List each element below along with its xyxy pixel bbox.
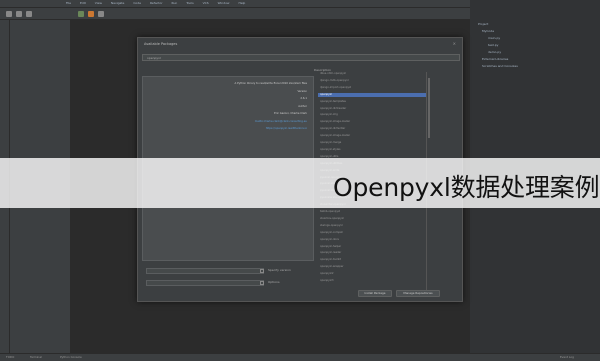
status-todo[interactable]: TODO (6, 355, 14, 359)
menu-view[interactable]: View (95, 1, 102, 5)
options-field[interactable] (146, 280, 264, 286)
package-list-item[interactable]: openpyxl-toolkit (318, 258, 426, 263)
tree-test[interactable]: test.py (488, 43, 498, 47)
package-list-item[interactable]: openpyxl-dictwriter (318, 127, 426, 132)
package-list-item[interactable]: openpyxl-image-loader (318, 134, 426, 139)
package-list-item[interactable]: openpyxl-styles (318, 148, 426, 153)
specify-version-label: Specify version (268, 268, 291, 272)
status-event-log[interactable]: Event Log (560, 355, 574, 359)
save-icon[interactable] (16, 11, 22, 17)
dialog-title: Available Packages (144, 42, 178, 46)
sync-icon[interactable] (26, 11, 32, 17)
package-list-item[interactable]: xlsx2csv-openpyxl (318, 217, 426, 222)
package-list-item[interactable]: openpyxl-compat (318, 231, 426, 236)
package-list-item[interactable]: openpyxl-merge (318, 141, 426, 146)
tree-mycode[interactable]: MyCode (482, 29, 494, 33)
desc-version-value: 2.6.1 (300, 97, 307, 100)
run-icon[interactable] (78, 11, 84, 17)
status-terminal[interactable]: Terminal (30, 355, 42, 359)
package-list-item[interactable]: openpyxl-docs (318, 238, 426, 243)
package-list-item[interactable]: openpyxl-reader (318, 251, 426, 256)
options-checkbox[interactable] (260, 281, 264, 285)
package-list-item[interactable]: django-import-openpyxl (318, 86, 426, 91)
status-bar: TODO Terminal Python Console Event Log (0, 353, 600, 361)
package-list-item[interactable]: openpyxl2 (318, 272, 426, 277)
scrollbar-thumb[interactable] (428, 78, 430, 138)
banner-title: Openpyxl数据处理案例 (333, 173, 600, 202)
desc-email-link[interactable]: mailto:charlie.clark@clark-consulting.eu (235, 118, 307, 126)
menu-window[interactable]: Window (218, 1, 230, 5)
specify-version-checkbox[interactable] (260, 269, 264, 273)
package-list-item[interactable]: openpyxl-image-loader (318, 120, 426, 125)
package-search-input[interactable]: openpyxl (142, 54, 460, 61)
package-list-item[interactable]: xlwings-openpyxl (318, 224, 426, 229)
tree-project[interactable]: Project (478, 22, 488, 26)
package-list-item[interactable]: openpyxl-templates (318, 100, 426, 105)
title-banner: Openpyxl数据处理案例 (0, 158, 600, 208)
specify-version-field[interactable] (146, 268, 264, 274)
desc-author-label: Author (298, 104, 307, 108)
folder-icon[interactable] (6, 11, 12, 17)
menu-refactor[interactable]: Refactor (150, 1, 163, 5)
close-icon[interactable]: × (453, 41, 456, 46)
status-python-console[interactable]: Python Console (60, 355, 82, 359)
tree-demo[interactable]: demo.py (488, 50, 501, 54)
debug-icon[interactable] (88, 11, 94, 17)
desc-homepage-link[interactable]: https://openpyxl.readthedocs.io (235, 125, 307, 133)
package-list-item[interactable]: openpyxl (318, 92, 426, 98)
menu-vcs[interactable]: VCS (203, 1, 209, 5)
package-list-item[interactable]: openpyxl3 (318, 279, 426, 284)
options-area: Specify version Options (142, 264, 314, 294)
package-list-item[interactable]: openpyxl-img (318, 113, 426, 118)
package-list-item[interactable]: tablib-openpyxl (318, 210, 426, 215)
main-menu: File Edit View Navigate Code Refactor Ru… (66, 1, 253, 5)
menu-edit[interactable]: Edit (80, 1, 86, 5)
tree-external-libraries[interactable]: External Libraries (482, 57, 508, 61)
menu-run[interactable]: Run (172, 1, 178, 5)
tree-main[interactable]: main.py (488, 36, 500, 40)
package-list-item[interactable]: openpyxl-dictreader (318, 107, 426, 112)
manage-repositories-button[interactable]: Manage Repositories (396, 290, 440, 297)
desc-version-label: Version (297, 89, 307, 93)
package-list-item[interactable]: openpyxl-wrapper (318, 265, 426, 270)
desc-author-value: Eric Gazoni, Charlie Clark (274, 112, 307, 115)
stop-icon[interactable] (98, 11, 104, 17)
menu-navigate[interactable]: Navigate (111, 1, 124, 5)
desc-summary: A Python library to read/write Excel 201… (234, 82, 307, 85)
package-list-item[interactable]: openpyxl-helper (318, 245, 426, 250)
options-label: Options (268, 280, 280, 284)
menu-help[interactable]: Help (238, 1, 245, 5)
menu-tools[interactable]: Tools (186, 1, 193, 5)
tree-scratches[interactable]: Scratches and Consoles (482, 64, 518, 68)
menu-file[interactable]: File (66, 1, 71, 5)
install-package-button[interactable]: Install Package (358, 290, 392, 297)
package-list-item[interactable]: dbus-ntlm-openpyxl (318, 72, 426, 77)
menu-code[interactable]: Code (133, 1, 141, 5)
package-list-item[interactable]: django-mdb-openpyxl (318, 79, 426, 84)
